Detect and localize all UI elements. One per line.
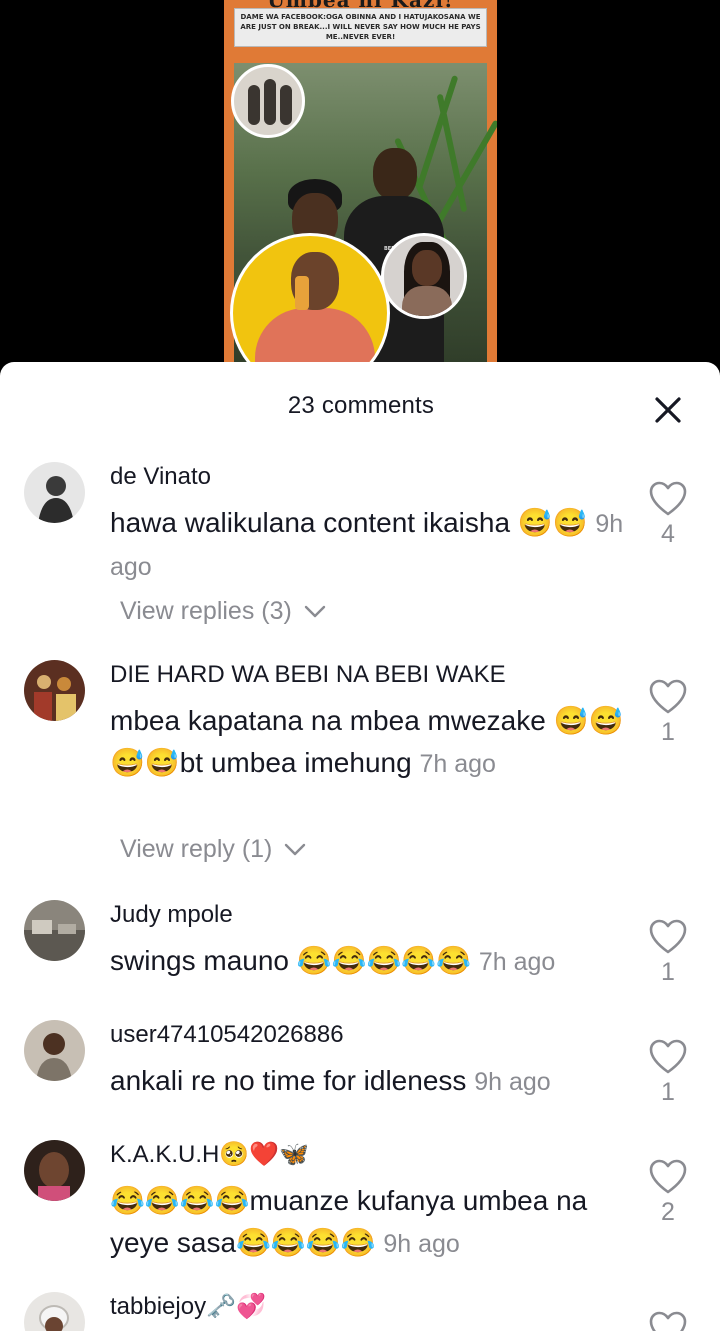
comment-message: swings mauno 😂😂😂😂😂 — [110, 945, 472, 976]
like-count: 1 — [661, 718, 675, 746]
comment-time: 7h ago — [419, 750, 496, 778]
comment-item: tabbiejoy🗝️💞 — [0, 1292, 720, 1331]
phone-icon — [295, 276, 309, 310]
comment-item: DIE HARD WA BEBI NA BEBI WAKE mbea kapat… — [0, 660, 720, 880]
chevron-down-icon — [304, 606, 325, 618]
comment-username[interactable]: Judy mpole — [110, 900, 630, 930]
comment-time: 7h ago — [478, 948, 556, 976]
comment-username[interactable]: K.A.K.U.H🥺❤️🦋 — [110, 1140, 630, 1170]
avatar[interactable] — [24, 1292, 85, 1331]
like-button[interactable]: 1 — [646, 678, 690, 746]
comment-username[interactable]: de Vinato — [110, 462, 630, 492]
comment-body: K.A.K.U.H🥺❤️🦋 😂😂😂😂muanze kufanya umbea n… — [110, 1140, 630, 1265]
comment-body: tabbiejoy🗝️💞 — [110, 1292, 630, 1322]
like-button[interactable]: 1 — [646, 1038, 690, 1106]
inset-shirt — [402, 286, 452, 316]
avatar-image — [24, 1292, 85, 1331]
like-count: 4 — [661, 520, 675, 548]
comment-text: mbea kapatana na mbea mwezake 😅😅😅😅bt umb… — [110, 700, 630, 785]
view-replies-button[interactable]: View replies (3) — [120, 597, 327, 626]
view-replies-label: View replies (3) — [120, 597, 292, 625]
close-icon — [655, 397, 681, 423]
comment-text: ankali re no time for idleness 9h ago — [110, 1060, 630, 1103]
comment-body: user47410542026886 ankali re no time for… — [110, 1020, 630, 1103]
view-replies-label: View reply (1) — [120, 835, 273, 863]
avatar-image — [24, 462, 85, 523]
like-count: 2 — [661, 1198, 675, 1226]
video-poster: Umbea ni Kazi! DAME WA FACEBOOK:OGA OBIN… — [224, 0, 497, 380]
comment-item: Judy mpole swings mauno 😂😂😂😂😂 7h ago 1 — [0, 900, 720, 1000]
like-count: 1 — [661, 958, 675, 986]
like-button[interactable]: 1 — [646, 918, 690, 986]
inset-figure — [280, 85, 292, 125]
man-head — [373, 148, 417, 200]
comment-message: ankali re no time for idleness — [110, 1065, 467, 1096]
comment-username[interactable]: user47410542026886 — [110, 1020, 630, 1050]
comment-item: de Vinato hawa walikulana content ikaish… — [0, 462, 720, 642]
comment-item: K.A.K.U.H🥺❤️🦋 😂😂😂😂muanze kufanya umbea n… — [0, 1140, 720, 1280]
comments-count-title: 23 comments — [287, 392, 435, 419]
comment-time: 9h ago — [383, 1230, 460, 1258]
like-button[interactable]: 2 — [646, 1158, 690, 1226]
comment-text: swings mauno 😂😂😂😂😂 7h ago — [110, 940, 630, 983]
avatar[interactable] — [24, 900, 85, 961]
comment-text: hawa walikulana content ikaisha 😅😅 9h ag… — [110, 502, 630, 588]
heart-outline-icon — [649, 679, 687, 714]
view-replies-button[interactable]: View reply (1) — [120, 835, 307, 864]
avatar-image — [24, 1140, 85, 1201]
comment-message: hawa walikulana content ikaisha 😅😅 — [110, 507, 588, 538]
comment-body: de Vinato hawa walikulana content ikaish… — [110, 462, 630, 588]
comment-body: DIE HARD WA BEBI NA BEBI WAKE mbea kapat… — [110, 660, 630, 785]
like-count: 1 — [661, 1078, 675, 1106]
like-button[interactable]: 4 — [646, 480, 690, 548]
comment-message: mbea kapatana na mbea mwezake 😅😅😅😅bt umb… — [110, 705, 624, 778]
chevron-down-icon — [285, 844, 306, 856]
inset-photo-group — [231, 64, 305, 138]
video-player[interactable]: Umbea ni Kazi! DAME WA FACEBOOK:OGA OBIN… — [0, 0, 720, 380]
avatar[interactable] — [24, 1140, 85, 1201]
comment-message: 😂😂😂😂muanze kufanya umbea na yeye sasa😂😂😂… — [110, 1185, 588, 1258]
inset-photo-woman — [381, 233, 467, 319]
avatar[interactable] — [24, 462, 85, 523]
close-button[interactable] — [648, 390, 688, 430]
heart-outline-icon — [649, 1159, 687, 1194]
heart-outline-icon — [649, 919, 687, 954]
avatar[interactable] — [24, 660, 85, 721]
heart-outline-icon — [649, 481, 687, 516]
like-button[interactable] — [646, 1310, 690, 1331]
heart-outline-icon — [649, 1311, 687, 1331]
avatar[interactable] — [24, 1020, 85, 1081]
comment-text: 😂😂😂😂muanze kufanya umbea na yeye sasa😂😂😂… — [110, 1180, 630, 1265]
comment-item: user47410542026886 ankali re no time for… — [0, 1020, 720, 1120]
inset-figure — [248, 85, 260, 125]
comment-body: Judy mpole swings mauno 😂😂😂😂😂 7h ago — [110, 900, 630, 983]
avatar-image — [24, 1020, 85, 1081]
comments-sheet: 23 comments de Vinato hawa walikulana co… — [0, 362, 720, 1331]
inset-photo-man-phone — [230, 233, 390, 380]
comment-time: 9h ago — [474, 1068, 551, 1096]
sheet-header: 23 comments — [0, 362, 720, 450]
inset-head — [412, 250, 442, 286]
heart-outline-icon — [649, 1039, 687, 1074]
comment-username[interactable]: DIE HARD WA BEBI NA BEBI WAKE — [110, 660, 630, 690]
avatar-image — [24, 660, 85, 721]
inset-figure — [264, 79, 276, 125]
comment-username[interactable]: tabbiejoy🗝️💞 — [110, 1292, 630, 1322]
poster-caption: DAME WA FACEBOOK:OGA OBINNA AND I HATUJA… — [234, 8, 487, 47]
avatar-image — [24, 900, 85, 961]
